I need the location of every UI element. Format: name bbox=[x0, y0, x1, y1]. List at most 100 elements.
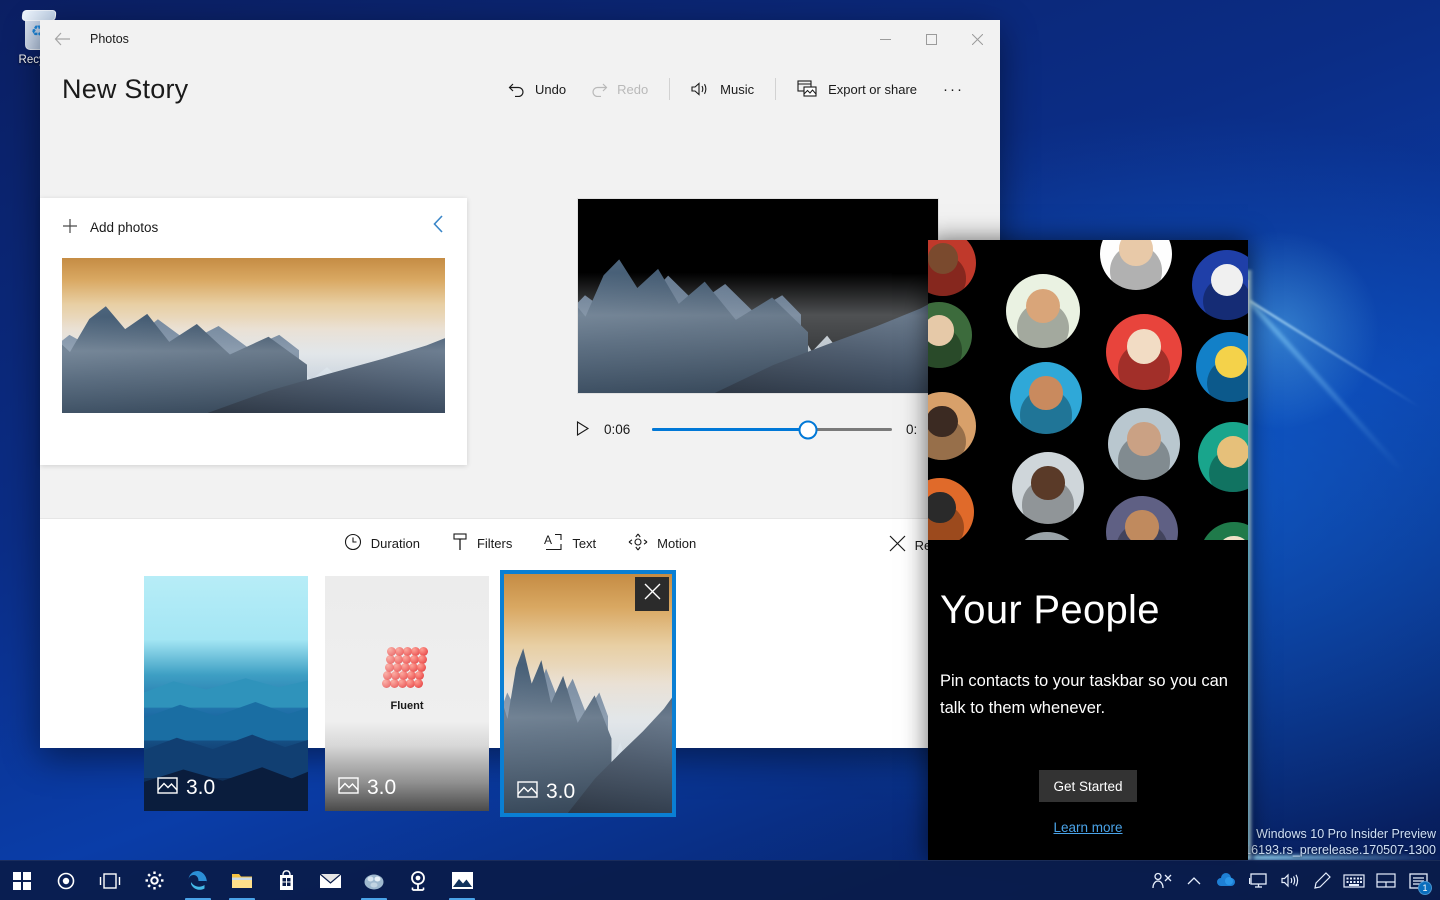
story-cover-photo[interactable] bbox=[62, 258, 445, 413]
timeline-clip[interactable]: 3.0 bbox=[144, 576, 308, 811]
timeline-clip[interactable]: Fluent 3.0 bbox=[325, 576, 489, 811]
chevron-left-icon[interactable] bbox=[432, 214, 445, 240]
photos-button[interactable] bbox=[440, 861, 484, 900]
clip-duration-value: 3.0 bbox=[546, 780, 576, 803]
photos-app-window[interactable]: Photos New Story Undo Redo Music Export … bbox=[40, 20, 1000, 817]
undo-button[interactable]: Undo bbox=[496, 75, 578, 103]
system-tray[interactable]: 1 bbox=[1146, 861, 1440, 900]
paint3d-button[interactable] bbox=[352, 861, 396, 900]
clip-strip[interactable]: 3.0 Fluent 3.0 3.0 bbox=[40, 563, 1000, 817]
more-options-button[interactable]: ··· bbox=[929, 75, 978, 104]
clip-duration: 3.0 bbox=[325, 765, 489, 811]
fluent-label: Fluent bbox=[390, 700, 424, 712]
svg-text:A: A bbox=[544, 533, 552, 547]
contact-avatar bbox=[1108, 408, 1180, 480]
timeline-section: Duration Filters A Text Motion 3.0 Fluen… bbox=[40, 518, 1000, 817]
file-explorer-button[interactable] bbox=[220, 861, 264, 900]
seek-progress-fill bbox=[652, 428, 808, 431]
music-label: Music bbox=[720, 81, 755, 97]
seek-thumb[interactable] bbox=[798, 420, 818, 439]
back-arrow-icon[interactable] bbox=[40, 20, 84, 58]
motion-button[interactable]: Motion bbox=[615, 527, 709, 560]
cortana-button[interactable] bbox=[44, 861, 88, 900]
action-center-button[interactable]: 1 bbox=[1402, 861, 1434, 900]
touchpad-icon[interactable] bbox=[1370, 861, 1402, 900]
maximize-icon[interactable] bbox=[908, 20, 954, 58]
timeline-toolbar[interactable]: Duration Filters A Text Motion bbox=[40, 519, 1000, 563]
contact-avatar bbox=[928, 478, 974, 540]
clip-remove-button[interactable] bbox=[635, 577, 669, 611]
clip-duration-value: 3.0 bbox=[186, 776, 216, 799]
undo-label: Undo bbox=[535, 81, 567, 97]
taskbar[interactable]: 1 bbox=[0, 860, 1440, 900]
motion-label: Motion bbox=[657, 535, 697, 551]
contact-avatar-grid bbox=[928, 240, 1248, 540]
contact-avatar bbox=[1106, 496, 1178, 540]
mail-button[interactable] bbox=[308, 861, 352, 900]
minimize-icon[interactable] bbox=[862, 20, 908, 58]
filters-button[interactable]: Filters bbox=[439, 527, 525, 560]
contact-avatar bbox=[1006, 274, 1080, 348]
filters-label: Filters bbox=[476, 535, 513, 551]
export-or-share-button[interactable]: Export or share bbox=[785, 74, 929, 104]
wallpaper-beam-diagonal-1 bbox=[1248, 300, 1420, 408]
edge-button[interactable] bbox=[176, 861, 220, 900]
your-people-panel[interactable]: Your People Pin contacts to your taskbar… bbox=[928, 240, 1248, 860]
redo-icon bbox=[590, 81, 608, 97]
fluent-logo-icon bbox=[382, 645, 431, 693]
get-started-button[interactable]: Get Started bbox=[1039, 770, 1137, 802]
contact-avatar bbox=[1192, 250, 1248, 320]
contact-avatar bbox=[1012, 452, 1084, 524]
window-controls[interactable] bbox=[862, 20, 1000, 58]
page-title: New Story bbox=[62, 73, 189, 104]
store-button[interactable] bbox=[264, 861, 308, 900]
timeline-clip-selected[interactable]: 3.0 bbox=[500, 570, 676, 817]
cloud-icon[interactable] bbox=[1210, 861, 1242, 900]
watermark-line-1: Windows 10 Pro Insider Preview bbox=[1256, 827, 1436, 841]
start-button[interactable] bbox=[0, 861, 44, 900]
play-icon[interactable] bbox=[576, 421, 590, 438]
command-tools[interactable]: Undo Redo Music Export or share ··· bbox=[496, 74, 978, 104]
brush-icon bbox=[452, 532, 468, 554]
pen-icon[interactable] bbox=[1306, 861, 1338, 900]
seek-slider[interactable] bbox=[652, 420, 892, 439]
chevron-up-icon[interactable] bbox=[1178, 861, 1210, 900]
contact-avatar bbox=[928, 240, 976, 296]
clip-duration-value: 3.0 bbox=[367, 776, 397, 799]
duration-button[interactable]: Duration bbox=[331, 527, 433, 560]
windows-watermark: Windows 10 Pro Insider Preview uild 1619… bbox=[1221, 826, 1436, 858]
close-icon[interactable] bbox=[954, 20, 1000, 58]
settings-button[interactable] bbox=[132, 861, 176, 900]
window-titlebar[interactable]: Photos bbox=[40, 20, 1000, 58]
playback-controls[interactable]: 0:06 0: bbox=[556, 420, 960, 439]
image-icon bbox=[157, 776, 178, 800]
monitor-icon[interactable] bbox=[1242, 861, 1274, 900]
command-separator-2 bbox=[775, 78, 777, 100]
clock-icon bbox=[344, 533, 362, 554]
watermark-line-2: uild 16193.rs_prerelease.170507-1300 bbox=[1221, 843, 1436, 857]
people-icon[interactable] bbox=[1146, 861, 1178, 900]
story-card[interactable]: Add photos bbox=[40, 198, 467, 465]
text-button[interactable]: A Text bbox=[531, 527, 609, 560]
music-button[interactable]: Music bbox=[679, 75, 766, 103]
preview-area: 0:06 0: bbox=[556, 198, 960, 498]
add-photos-row[interactable]: Add photos bbox=[40, 198, 467, 256]
task-view-button[interactable] bbox=[88, 861, 132, 900]
contact-avatar bbox=[928, 392, 976, 460]
duration-label: Duration bbox=[370, 535, 420, 551]
contact-avatar bbox=[1198, 422, 1248, 492]
text-icon: A bbox=[544, 533, 563, 554]
add-photos-button[interactable]: Add photos bbox=[62, 218, 158, 237]
people-heading: Your People bbox=[940, 588, 1160, 632]
redo-button[interactable]: Redo bbox=[578, 75, 660, 103]
redo-label: Redo bbox=[617, 81, 649, 97]
keyboard-icon[interactable] bbox=[1338, 861, 1370, 900]
camera-button[interactable] bbox=[396, 861, 440, 900]
command-bar[interactable]: New Story Undo Redo Music Export or shar… bbox=[40, 58, 1000, 120]
learn-more-link[interactable]: Learn more bbox=[928, 820, 1248, 835]
motion-icon bbox=[628, 533, 648, 554]
preview-image[interactable] bbox=[577, 198, 939, 394]
close-x-icon bbox=[889, 535, 906, 555]
contact-avatar bbox=[1200, 522, 1248, 540]
speaker-icon[interactable] bbox=[1274, 861, 1306, 900]
